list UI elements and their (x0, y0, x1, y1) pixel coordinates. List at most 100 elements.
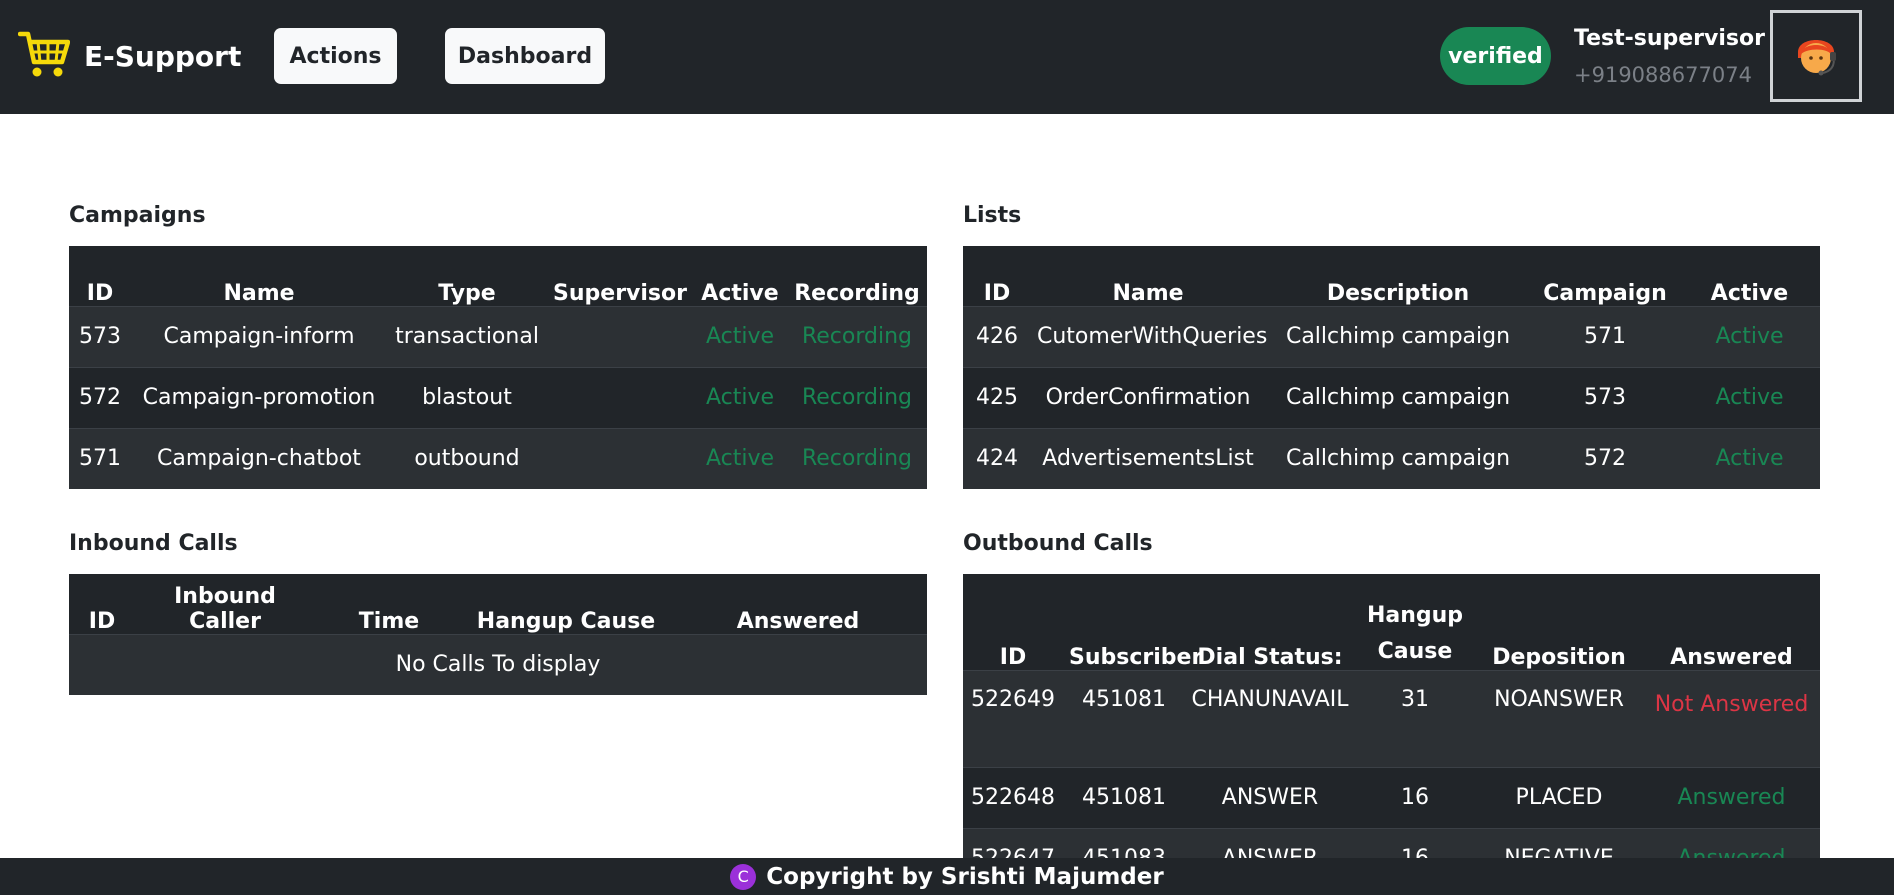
avatar[interactable] (1770, 10, 1862, 102)
table-row: 572 Campaign-promotion blastout Active R… (69, 366, 927, 428)
column-header: Hangup Cause (476, 608, 656, 634)
table-cell: 425 (963, 366, 1031, 428)
verified-badge: verified (1440, 27, 1551, 85)
table-row: 571 Campaign-chatbot outbound Active Rec… (69, 427, 927, 489)
table-cell (547, 305, 693, 367)
copyright-text: Copyright by Srishti Majumder (766, 863, 1164, 890)
table-cell: NEGATIVE (1475, 827, 1643, 858)
support-agent-avatar-icon (1790, 28, 1842, 84)
active-status: Active (1679, 427, 1820, 489)
footer: C Copyright by Srishti Majumder (0, 858, 1894, 895)
column-header: Supervisor (553, 280, 687, 306)
table-cell: AdvertisementsList (1031, 427, 1265, 489)
column-header: ID (86, 280, 114, 306)
column-header: Recording (794, 280, 920, 306)
table-cell: 424 (963, 427, 1031, 489)
outbound-calls-scroll-area[interactable]: ID Subscriber Dial Status: Hangup Cause … (963, 574, 1820, 858)
column-header: Campaign (1543, 280, 1667, 306)
column-header: Type (438, 280, 496, 306)
inbound-calls-title: Inbound Calls (69, 531, 238, 556)
lists-table: ID Name Description Campaign Active 426 … (963, 246, 1820, 489)
table-row: 522647 451083 ANSWER 16 NEGATIVE Answere… (963, 827, 1820, 858)
table-cell: 522647 (963, 827, 1063, 858)
recording-status: Recording (787, 427, 927, 489)
table-cell: transactional (387, 305, 547, 367)
table-cell: PLACED (1475, 766, 1643, 828)
table-row: 522648 451081 ANSWER 16 PLACED Answered (963, 766, 1820, 828)
column-header: Time (358, 608, 420, 634)
user-phone: +919088677074 (1574, 63, 1752, 87)
inbound-calls-table: ID Inbound Caller Time Hangup Cause Answ… (69, 574, 927, 695)
active-status: Active (693, 366, 787, 428)
table-cell: 451083 (1063, 827, 1185, 858)
table-cell: 572 (69, 366, 131, 428)
active-status: Active (1679, 305, 1820, 367)
table-cell: 522648 (963, 766, 1063, 828)
table-cell (547, 427, 693, 489)
copyright-icon: C (730, 863, 757, 890)
table-cell: 451081 (1063, 766, 1185, 828)
actions-button[interactable]: Actions (274, 28, 397, 84)
table-cell (547, 366, 693, 428)
column-header: Active (701, 280, 779, 306)
column-header: ID (983, 280, 1011, 306)
table-cell: ANSWER (1185, 766, 1355, 828)
table-row: 426 CutomerWithQueries Callchimp campaig… (963, 305, 1820, 367)
brand-name: E-Support (84, 39, 242, 73)
active-status: Active (1679, 366, 1820, 428)
user-name: Test-supervisor (1574, 26, 1765, 51)
table-cell: blastout (387, 366, 547, 428)
table-cell: 573 (1531, 366, 1679, 428)
table-cell: 16 (1355, 827, 1475, 858)
table-row: 425 OrderConfirmation Callchimp campaign… (963, 366, 1820, 428)
brand[interactable]: E-Support (17, 30, 242, 82)
column-header: Name (223, 280, 295, 306)
table-row: No Calls To display (69, 633, 927, 695)
table-cell: 571 (69, 427, 131, 489)
table-row: 573 Campaign-inform transactional Active… (69, 305, 927, 367)
outbound-calls-table: ID Subscriber Dial Status: Hangup Cause … (963, 574, 1820, 858)
campaigns-title: Campaigns (69, 203, 206, 228)
answered-status: Answered (1643, 827, 1820, 858)
table-cell: outbound (387, 427, 547, 489)
table-cell: 451081 (1063, 669, 1185, 767)
column-header: Dial Status: (1197, 644, 1343, 670)
table-cell: 522649 (963, 669, 1063, 767)
column-header: Name (1112, 280, 1184, 306)
active-status: Active (693, 427, 787, 489)
table-cell: CutomerWithQueries (1031, 305, 1267, 367)
column-header: Deposition (1492, 644, 1626, 670)
table-cell: 572 (1531, 427, 1679, 489)
column-header: Active (1710, 280, 1789, 306)
answered-status: Not Answered (1643, 669, 1820, 767)
table-cell: Callchimp campaign (1265, 366, 1531, 428)
table-cell: Campaign-promotion (131, 366, 387, 428)
active-status: Active (693, 305, 787, 367)
column-header: Subscriber (1069, 644, 1203, 670)
table-cell: Callchimp campaign (1265, 305, 1531, 367)
recording-status: Recording (787, 366, 927, 428)
column-header: Inbound Caller (174, 583, 276, 634)
table-cell: 31 (1355, 669, 1475, 767)
table-cell: OrderConfirmation (1031, 366, 1265, 428)
recording-status: Recording (787, 305, 927, 367)
table-cell: CHANUNAVAIL (1185, 669, 1355, 767)
shopping-cart-icon (17, 30, 71, 82)
dashboard-button[interactable]: Dashboard (445, 28, 605, 84)
outbound-calls-title: Outbound Calls (963, 531, 1153, 556)
column-header: Answered (1670, 644, 1793, 670)
lists-title: Lists (963, 203, 1022, 228)
column-header: Answered (736, 608, 860, 634)
navbar: E-Support Actions Dashboard verified Tes… (0, 0, 1894, 114)
table-cell: Callchimp campaign (1265, 427, 1531, 489)
table-row: 522649 451081 CHANUNAVAIL 31 NOANSWER No… (963, 669, 1820, 767)
table-row: 424 AdvertisementsList Callchimp campaig… (963, 427, 1820, 489)
column-header: ID (999, 644, 1027, 670)
table-cell: ANSWER (1185, 827, 1355, 858)
table-cell: NOANSWER (1475, 669, 1643, 767)
column-header: Hangup Cause (1366, 602, 1464, 664)
column-header: Description (1326, 280, 1470, 306)
campaigns-table: ID Name Type Supervisor Active Recording… (69, 246, 927, 489)
table-cell: Campaign-chatbot (131, 427, 387, 489)
table-cell: 426 (963, 305, 1031, 367)
